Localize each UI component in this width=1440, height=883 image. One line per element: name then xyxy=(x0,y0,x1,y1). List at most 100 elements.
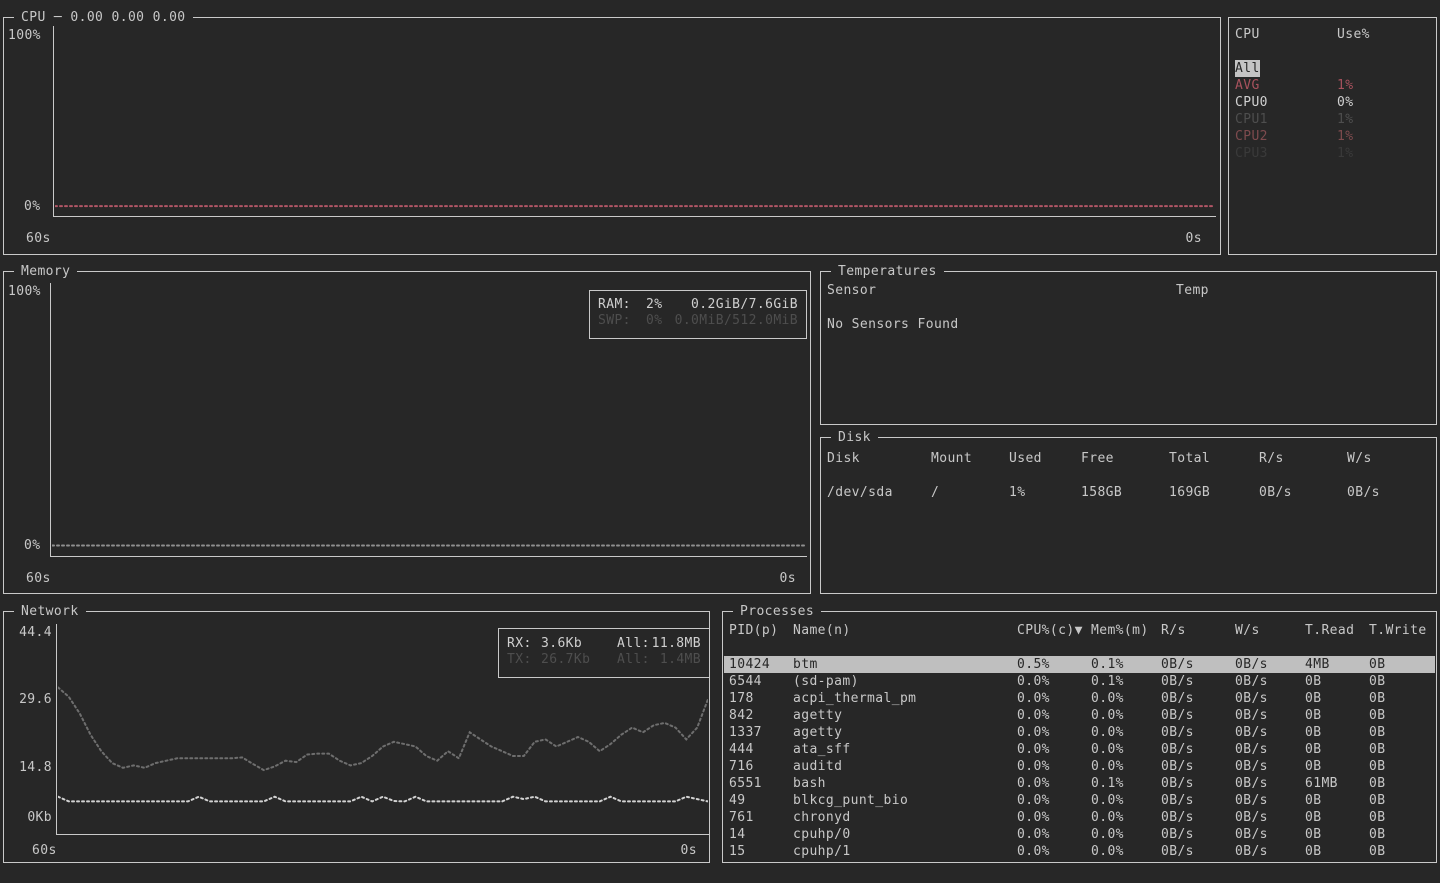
process-row[interactable]: 6544 (sd-pam) 0.0% 0.1% 0B/s 0B/s 0B 0B xyxy=(724,673,1435,690)
cpu-legend-header-row: CPU Use% xyxy=(1229,26,1436,43)
process-row[interactable]: 14 cpuhp/0 0.0% 0.0% 0B/s 0B/s 0B 0B xyxy=(724,826,1435,843)
network-panel: Network 44.4 29.6 14.8 0Kb 60s 0s RX: 3.… xyxy=(3,611,710,863)
cpu-legend-row[interactable]: CPU0 0% xyxy=(1229,94,1436,111)
memory-panel-title: Memory xyxy=(14,263,77,280)
process-cell-ws: 0B/s xyxy=(1235,741,1268,758)
cpu-legend-row[interactable]: CPU3 1% xyxy=(1229,145,1436,162)
memory-x-axis xyxy=(50,556,807,557)
process-cell-pid: 178 xyxy=(729,690,754,707)
process-cell-tread: 0B xyxy=(1305,758,1321,775)
process-row[interactable]: 178 acpi_thermal_pm 0.0% 0.0% 0B/s 0B/s … xyxy=(724,690,1435,707)
process-row[interactable]: 49 blkcg_punt_bio 0.0% 0.0% 0B/s 0B/s 0B… xyxy=(724,792,1435,809)
cpu-usage-chart xyxy=(55,26,1215,216)
process-cell-cpu: 0.0% xyxy=(1017,724,1050,741)
process-cell-twrite: 0B xyxy=(1369,673,1385,690)
process-cell-rs: 0B/s xyxy=(1161,724,1194,741)
process-cell-mem: 0.0% xyxy=(1091,724,1124,741)
cpu-x-axis xyxy=(53,216,1216,217)
process-cell-pid: 761 xyxy=(729,809,754,826)
temperatures-panel-title: Temperatures xyxy=(831,263,944,280)
network-legend-all-label: All: xyxy=(617,636,650,652)
process-row[interactable]: 6551 bash 0.0% 0.1% 0B/s 0B/s 61MB 0B xyxy=(724,775,1435,792)
process-cell-cpu: 0.0% xyxy=(1017,826,1050,843)
network-legend-direction-label: RX: xyxy=(507,636,532,652)
network-y-label-2: 29.6 xyxy=(8,691,52,708)
processes-header-twrite[interactable]: T.Write xyxy=(1369,622,1427,639)
processes-header-tread[interactable]: T.Read xyxy=(1305,622,1354,639)
processes-header-mem[interactable]: Mem%(m) xyxy=(1091,622,1149,639)
cpu-legend-row[interactable]: AVG 1% xyxy=(1229,77,1436,94)
disk-row[interactable]: /dev/sda / 1% 158GB 169GB 0B/s 0B/s xyxy=(821,484,1436,501)
process-cell-mem: 0.1% xyxy=(1091,673,1124,690)
processes-panel: Processes PID(p) Name(n) CPU%(c)▼ Mem%(m… xyxy=(722,611,1437,863)
process-cell-pid: 6551 xyxy=(729,775,762,792)
cpu-legend-rows: All AVG 1% CPU0 0% CPU1 1% CPU2 1% CPU3 … xyxy=(1229,60,1436,162)
process-cell-pid: 444 xyxy=(729,741,754,758)
network-x-axis xyxy=(56,834,709,835)
cpu-legend-row-value: 0% xyxy=(1337,94,1353,111)
process-cell-name: chronyd xyxy=(793,809,851,826)
process-cell-name: bash xyxy=(793,775,826,792)
process-row[interactable]: 15 cpuhp/1 0.0% 0.0% 0B/s 0B/s 0B 0B xyxy=(724,843,1435,860)
process-cell-name: blkcg_punt_bio xyxy=(793,792,908,809)
process-cell-rs: 0B/s xyxy=(1161,673,1194,690)
network-legend-all-value: 11.8MB xyxy=(652,636,701,652)
process-row[interactable]: 842 agetty 0.0% 0.0% 0B/s 0B/s 0B 0B xyxy=(724,707,1435,724)
processes-header-rs[interactable]: R/s xyxy=(1161,622,1186,639)
cpu-legend-row[interactable]: CPU1 1% xyxy=(1229,111,1436,128)
cpu-panel-title: CPU ─ 0.00 0.00 0.00 xyxy=(14,9,193,26)
process-cell-tread: 0B xyxy=(1305,741,1321,758)
temperatures-panel: Temperatures Sensor Temp No Sensors Foun… xyxy=(820,271,1437,425)
process-cell-cpu: 0.0% xyxy=(1017,741,1050,758)
process-cell-pid: 10424 xyxy=(729,656,770,673)
disk-header-ws: W/s xyxy=(1347,450,1372,467)
disk-header-row: Disk Mount Used Free Total R/s W/s xyxy=(821,450,1436,467)
process-cell-name: btm xyxy=(793,656,818,673)
processes-header-cpu[interactable]: CPU%(c)▼ xyxy=(1017,622,1083,639)
process-cell-ws: 0B/s xyxy=(1235,690,1268,707)
processes-header-pid[interactable]: PID(p) xyxy=(729,622,778,639)
cpu-legend-row-label: CPU3 xyxy=(1235,145,1268,162)
process-cell-pid: 14 xyxy=(729,826,745,843)
process-cell-rs: 0B/s xyxy=(1161,843,1194,860)
process-cell-twrite: 0B xyxy=(1369,690,1385,707)
process-cell-ws: 0B/s xyxy=(1235,707,1268,724)
temperatures-header-sensor: Sensor xyxy=(827,282,876,299)
network-y-axis xyxy=(56,624,57,834)
process-cell-cpu: 0.0% xyxy=(1017,673,1050,690)
cpu-legend-row[interactable]: All xyxy=(1229,60,1436,77)
process-cell-rs: 0B/s xyxy=(1161,792,1194,809)
process-cell-ws: 0B/s xyxy=(1235,826,1268,843)
process-row[interactable]: 1337 agetty 0.0% 0.0% 0B/s 0B/s 0B 0B xyxy=(724,724,1435,741)
process-cell-tread: 0B xyxy=(1305,673,1321,690)
process-cell-tread: 0B xyxy=(1305,826,1321,843)
process-cell-mem: 0.0% xyxy=(1091,809,1124,826)
process-cell-twrite: 0B xyxy=(1369,792,1385,809)
process-cell-name: cpuhp/1 xyxy=(793,843,851,860)
cpu-legend-row-value: 1% xyxy=(1337,111,1353,128)
network-legend-rate: 26.7Kb xyxy=(541,652,590,668)
process-row[interactable]: 10424 btm 0.5% 0.1% 0B/s 0B/s 4MB 0B xyxy=(724,656,1435,673)
disk-cell-used: 1% xyxy=(1009,484,1025,501)
process-cell-ws: 0B/s xyxy=(1235,792,1268,809)
process-cell-twrite: 0B xyxy=(1369,724,1385,741)
memory-legend-label: SWP: xyxy=(598,313,631,329)
cpu-legend-header-use: Use% xyxy=(1337,26,1370,43)
cpu-legend-panel: CPU Use% All AVG 1% CPU0 0% CPU1 1% CPU2 xyxy=(1228,17,1437,255)
process-cell-mem: 0.0% xyxy=(1091,826,1124,843)
process-row[interactable]: 761 chronyd 0.0% 0.0% 0B/s 0B/s 0B 0B xyxy=(724,809,1435,826)
memory-x-left-label: 60s xyxy=(26,570,51,587)
process-row[interactable]: 716 auditd 0.0% 0.0% 0B/s 0B/s 0B 0B xyxy=(724,758,1435,775)
processes-header-row: PID(p) Name(n) CPU%(c)▼ Mem%(m) R/s W/s … xyxy=(723,622,1436,639)
process-row[interactable]: 444 ata_sff 0.0% 0.0% 0B/s 0B/s 0B 0B xyxy=(724,741,1435,758)
cpu-x-left-label: 60s xyxy=(26,230,51,247)
process-cell-name: ata_sff xyxy=(793,741,851,758)
process-cell-twrite: 0B xyxy=(1369,843,1385,860)
process-cell-tread: 0B xyxy=(1305,707,1321,724)
disk-cell-total: 169GB xyxy=(1169,484,1210,501)
cpu-legend-row[interactable]: CPU2 1% xyxy=(1229,128,1436,145)
processes-header-ws[interactable]: W/s xyxy=(1235,622,1260,639)
process-cell-pid: 49 xyxy=(729,792,745,809)
processes-header-name[interactable]: Name(n) xyxy=(793,622,851,639)
cpu-legend-row-value: 1% xyxy=(1337,145,1353,162)
